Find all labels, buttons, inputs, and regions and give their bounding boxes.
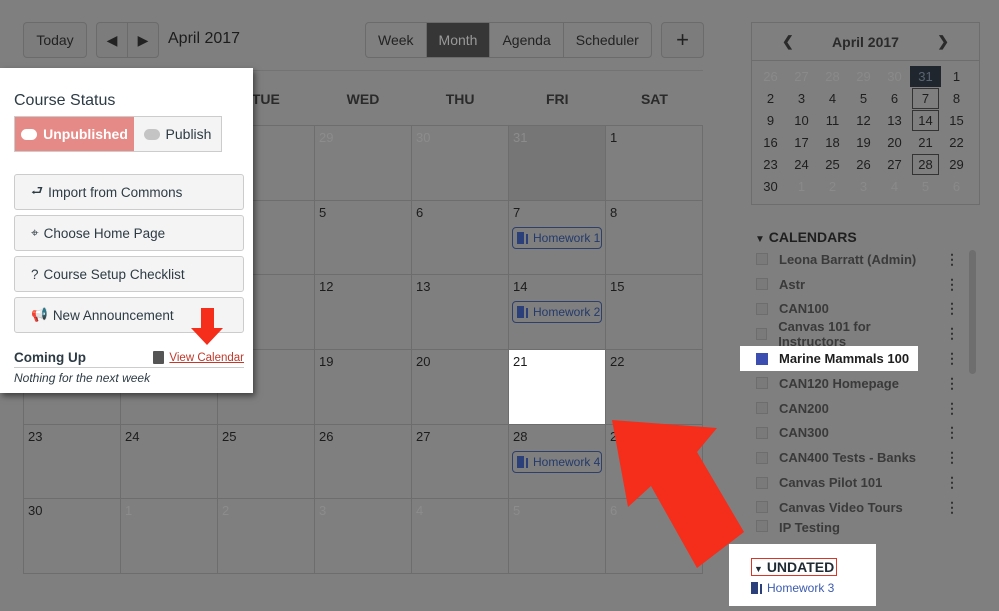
- annotation-arrows: [191, 308, 744, 568]
- small-arrow-down-icon: [191, 308, 223, 345]
- big-arrow-up-left-icon: [612, 420, 744, 568]
